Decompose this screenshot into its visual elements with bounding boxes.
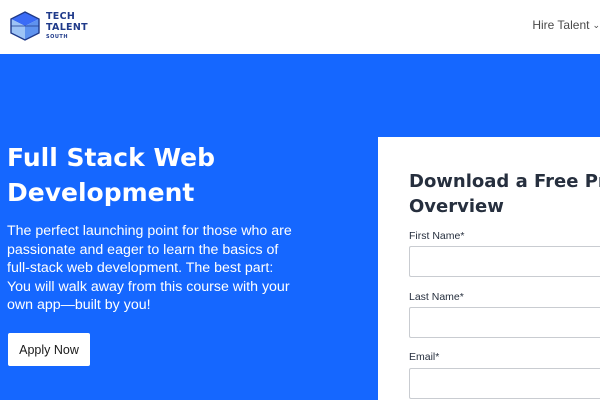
form-title: Download a Free Pro Overview (409, 169, 600, 219)
logo-cube-icon (10, 11, 40, 41)
apply-now-button[interactable]: Apply Now (8, 333, 90, 366)
last-name-field[interactable] (409, 307, 600, 338)
logo-wordmark: TECH TALENT SOUTH (46, 11, 88, 41)
nav-hire-talent[interactable]: Hire Talent ⌄ (532, 18, 600, 32)
first-name-label: First Name* (409, 230, 465, 242)
form-title-line-1: Download a Free Pro (409, 171, 600, 192)
hero-title: Full Stack Web Development (7, 140, 367, 210)
tech-talent-south-logo[interactable]: TECH TALENT SOUTH (8, 9, 88, 43)
logo-line-talent: TALENT (46, 22, 88, 33)
email-field[interactable] (409, 368, 600, 399)
hero-description: The perfect launching point for those wh… (7, 223, 292, 313)
last-name-label: Last Name* (409, 291, 464, 303)
chevron-down-icon: ⌄ (592, 19, 600, 30)
download-form-card: Download a Free Pro Overview First Name*… (378, 137, 600, 400)
logo-line-south: SOUTH (46, 34, 69, 40)
email-label: Email* (409, 351, 440, 363)
first-name-field[interactable] (409, 246, 600, 277)
logo-line-tech: TECH (46, 11, 76, 22)
form-title-line-2: Overview (409, 196, 504, 217)
site-header: TECH TALENT SOUTH Hire Talent ⌄ (0, 0, 600, 54)
hero-title-line-2: Development (7, 178, 195, 207)
hero-title-line-1: Full Stack Web (7, 143, 215, 172)
nav-hire-talent-label: Hire Talent (532, 18, 590, 32)
